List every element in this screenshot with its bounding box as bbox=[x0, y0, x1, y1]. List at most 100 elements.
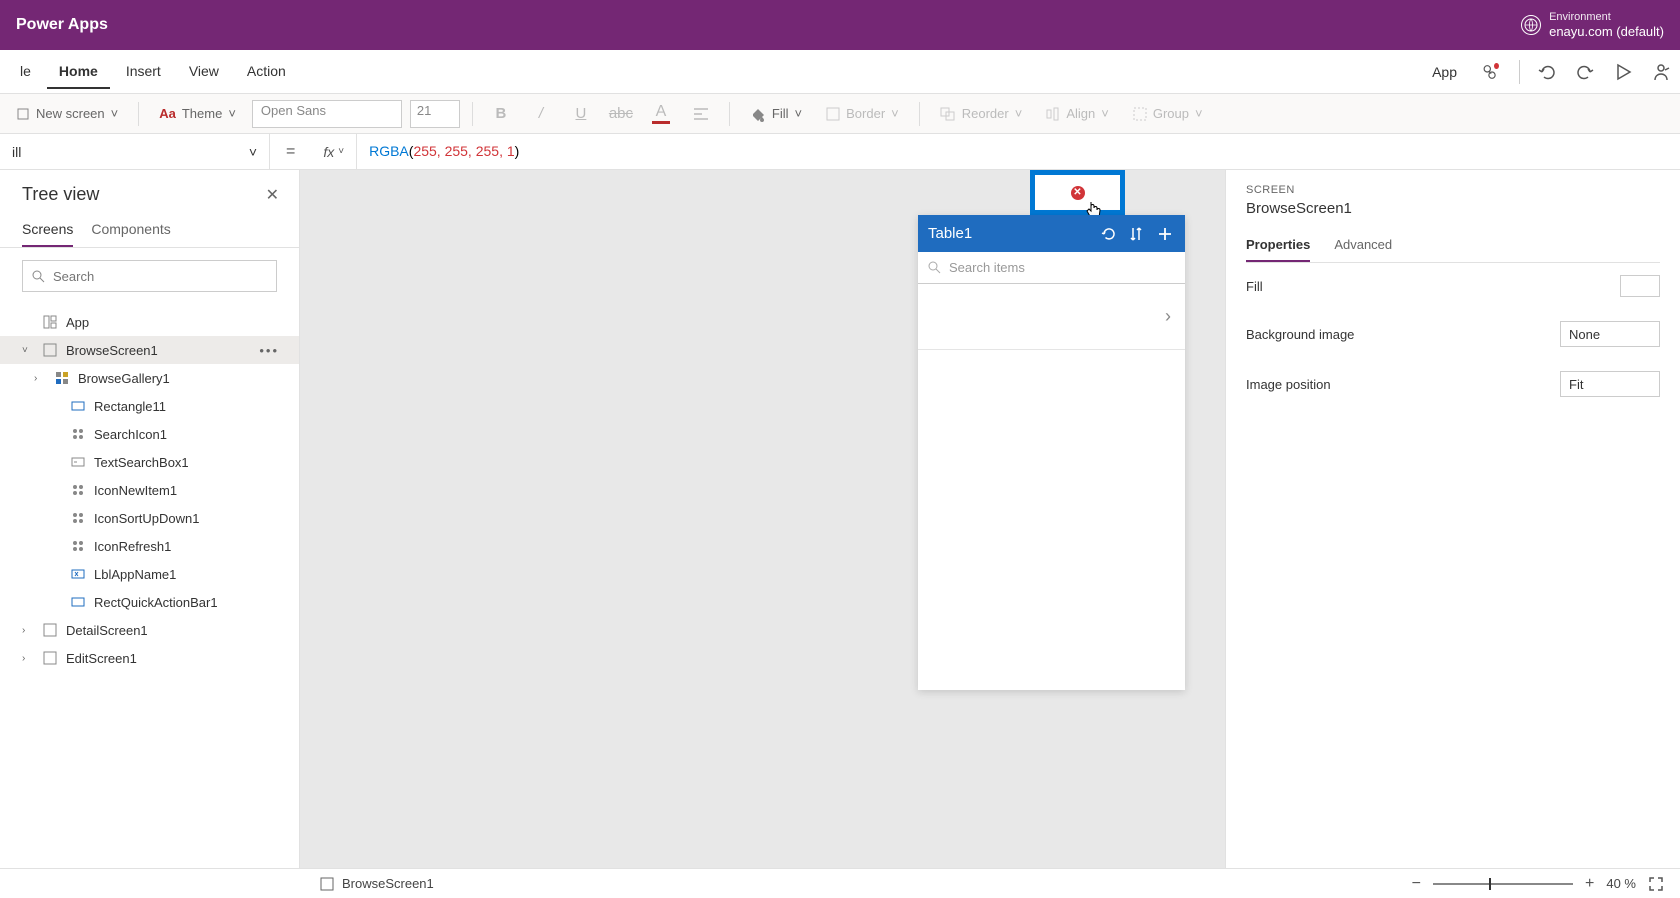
prop-label: Fill bbox=[1246, 279, 1263, 294]
menu-file[interactable]: le bbox=[8, 55, 43, 89]
icon-icon bbox=[70, 482, 86, 498]
env-label: Environment bbox=[1549, 11, 1664, 24]
gallery-icon bbox=[54, 370, 70, 386]
close-icon[interactable]: ✕ bbox=[266, 185, 279, 205]
tree-item-rectangle11[interactable]: Rectangle11 bbox=[0, 392, 299, 420]
tab-advanced[interactable]: Advanced bbox=[1334, 231, 1392, 262]
prop-value-dropdown[interactable]: Fit bbox=[1560, 371, 1660, 397]
tree-item-iconrefresh1[interactable]: IconRefresh1 bbox=[0, 532, 299, 560]
textbox-icon bbox=[70, 454, 86, 470]
screen-icon bbox=[42, 650, 58, 666]
sort-icon[interactable] bbox=[1129, 226, 1147, 242]
tab-screens[interactable]: Screens bbox=[22, 213, 73, 247]
fit-to-window-icon[interactable] bbox=[1648, 876, 1664, 892]
chevron-down-icon: ˅ bbox=[1195, 106, 1203, 121]
align-button[interactable] bbox=[685, 100, 717, 128]
redo-icon[interactable] bbox=[1574, 61, 1596, 83]
tab-properties[interactable]: Properties bbox=[1246, 231, 1310, 262]
search-input[interactable] bbox=[53, 269, 268, 284]
search-placeholder: Search items bbox=[949, 260, 1025, 275]
reorder-label: Reorder bbox=[962, 106, 1009, 121]
menu-insert[interactable]: Insert bbox=[114, 55, 173, 89]
canvas[interactable]: ✕ Table1 Search item bbox=[300, 170, 1225, 868]
property-selector[interactable]: ill ˅ bbox=[0, 134, 270, 169]
fill-button[interactable]: Fill ˅ bbox=[742, 102, 810, 126]
new-screen-button[interactable]: New screen ˅ bbox=[8, 102, 126, 125]
tree-item-iconnewitem1[interactable]: IconNewItem1 bbox=[0, 476, 299, 504]
tree-item-label: App bbox=[66, 315, 89, 330]
expand-chevron-icon[interactable]: › bbox=[34, 373, 46, 384]
expand-chevron-icon[interactable]: ˅ bbox=[22, 345, 34, 356]
reorder-button[interactable]: Reorder ˅ bbox=[932, 102, 1031, 125]
tab-components[interactable]: Components bbox=[91, 213, 170, 247]
status-screen-name: BrowseScreen1 bbox=[342, 876, 434, 891]
selection-type-label: SCREEN bbox=[1246, 184, 1660, 196]
search-bar[interactable]: Search items bbox=[918, 252, 1185, 284]
border-button[interactable]: Border ˅ bbox=[818, 102, 907, 125]
tree-list: App ˅BrowseScreen1•••›BrowseGallery1Rect… bbox=[0, 304, 299, 868]
app-checker-icon[interactable] bbox=[1481, 61, 1503, 83]
tree-item-textsearchbox1[interactable]: TextSearchBox1 bbox=[0, 448, 299, 476]
tree-item-iconsortupdown1[interactable]: IconSortUpDown1 bbox=[0, 504, 299, 532]
font-select[interactable]: Open Sans bbox=[252, 100, 402, 128]
undo-icon[interactable] bbox=[1536, 61, 1558, 83]
tree-search-box[interactable] bbox=[22, 260, 277, 292]
share-icon[interactable] bbox=[1650, 61, 1672, 83]
theme-button[interactable]: Aa Theme ˅ bbox=[151, 102, 244, 125]
align-label: Align bbox=[1066, 106, 1095, 121]
phone-preview[interactable]: Table1 Search items › bbox=[918, 215, 1185, 690]
expand-chevron-icon[interactable]: › bbox=[22, 625, 34, 636]
underline-button[interactable]: U bbox=[565, 100, 597, 128]
fill-label: Fill bbox=[772, 106, 789, 121]
zoom-out-button[interactable]: − bbox=[1412, 875, 1421, 893]
strikethrough-button[interactable]: abc bbox=[605, 100, 637, 128]
menu-view[interactable]: View bbox=[177, 55, 231, 89]
tree-item-browsegallery1[interactable]: ›BrowseGallery1 bbox=[0, 364, 299, 392]
formula-input[interactable]: RGBA(255, 255, 255, 1) bbox=[357, 143, 1680, 160]
separator bbox=[138, 102, 139, 126]
bold-button[interactable]: B bbox=[485, 100, 517, 128]
font-size-select[interactable]: 21 bbox=[410, 100, 460, 128]
font-color-button[interactable]: A bbox=[645, 100, 677, 128]
tree-item-searchicon1[interactable]: SearchIcon1 bbox=[0, 420, 299, 448]
prop-row-bgimage: Background image None bbox=[1246, 309, 1660, 359]
more-icon[interactable]: ••• bbox=[259, 343, 279, 358]
fx-button[interactable]: fx ˅ bbox=[311, 134, 357, 169]
tree-item-label: BrowseScreen1 bbox=[66, 343, 158, 358]
tree-app-node[interactable]: App bbox=[0, 308, 299, 336]
reorder-icon bbox=[940, 107, 956, 121]
environment-picker[interactable]: Environment enayu.com (default) bbox=[1521, 11, 1664, 40]
ribbon-toolbar: New screen ˅ Aa Theme ˅ Open Sans 21 B /… bbox=[0, 94, 1680, 134]
zoom-slider[interactable] bbox=[1433, 883, 1573, 885]
selection-marker[interactable]: ✕ bbox=[1030, 170, 1125, 215]
menu-home[interactable]: Home bbox=[47, 55, 110, 89]
chevron-right-icon: › bbox=[1165, 306, 1171, 327]
globe-icon bbox=[1521, 15, 1541, 35]
italic-button[interactable]: / bbox=[525, 100, 557, 128]
chevron-down-icon: ˅ bbox=[795, 106, 803, 121]
play-icon[interactable] bbox=[1612, 61, 1634, 83]
tree-item-label: EditScreen1 bbox=[66, 651, 137, 666]
tree-item-detailscreen1[interactable]: › DetailScreen1 bbox=[0, 616, 299, 644]
tree-item-label: SearchIcon1 bbox=[94, 427, 167, 442]
gallery-row[interactable]: › bbox=[918, 284, 1185, 350]
tree-item-label: DetailScreen1 bbox=[66, 623, 148, 638]
properties-panel: SCREEN BrowseScreen1 Properties Advanced… bbox=[1225, 170, 1680, 868]
refresh-icon[interactable] bbox=[1101, 226, 1119, 242]
group-button[interactable]: Group ˅ bbox=[1125, 102, 1211, 125]
tree-item-browsescreen1[interactable]: ˅ BrowseScreen1 ••• bbox=[0, 336, 299, 364]
add-icon[interactable] bbox=[1157, 226, 1175, 242]
divider bbox=[1519, 60, 1520, 84]
app-dropdown[interactable]: App bbox=[1432, 64, 1457, 80]
prop-value-dropdown[interactable]: None bbox=[1560, 321, 1660, 347]
menu-action[interactable]: Action bbox=[235, 55, 298, 89]
fill-swatch[interactable] bbox=[1620, 275, 1660, 297]
align-controls-button[interactable]: Align ˅ bbox=[1038, 102, 1117, 125]
tree-item-rectquickactionbar1[interactable]: RectQuickActionBar1 bbox=[0, 588, 299, 616]
tree-item-editscreen1[interactable]: › EditScreen1 bbox=[0, 644, 299, 672]
expand-chevron-icon[interactable]: › bbox=[22, 653, 34, 664]
chevron-down-icon: ˅ bbox=[1101, 106, 1109, 121]
tree-item-lblappname1[interactable]: LblAppName1 bbox=[0, 560, 299, 588]
chevron-down-icon: ˅ bbox=[111, 106, 119, 121]
zoom-in-button[interactable]: + bbox=[1585, 875, 1594, 893]
